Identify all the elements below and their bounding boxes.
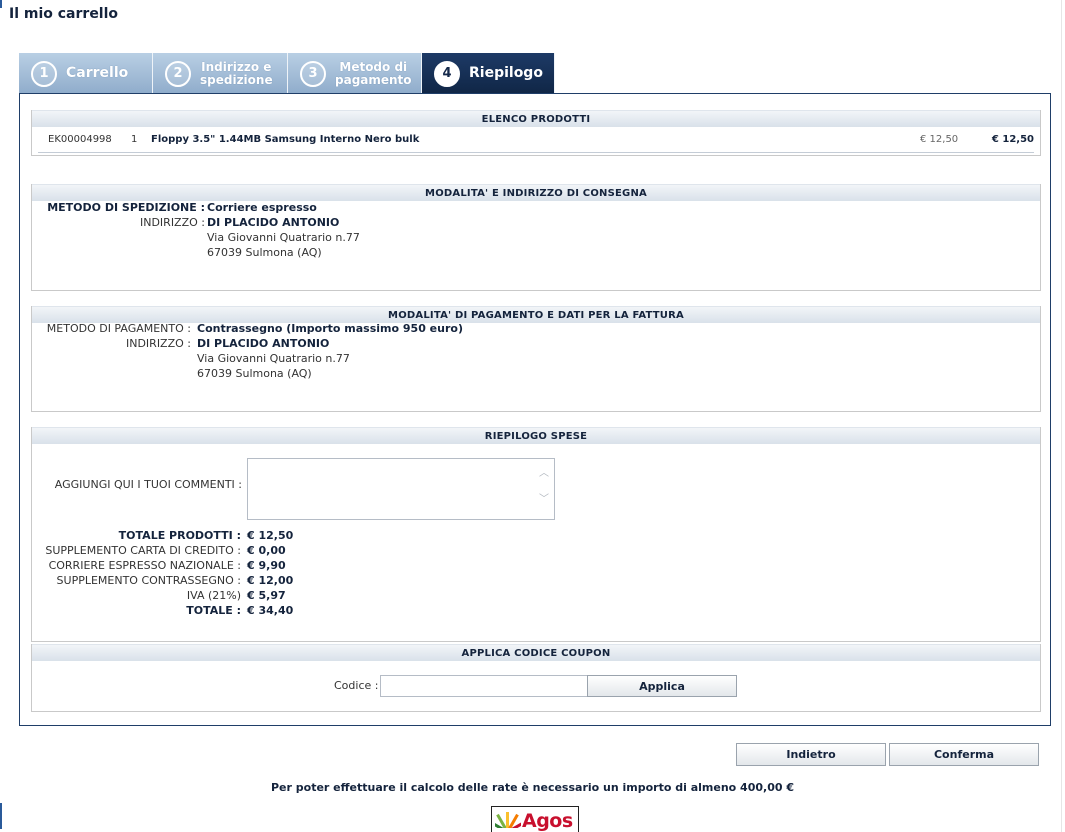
tab-label-line: Metodo di [339,59,408,74]
step-number-4: 4 [434,60,460,87]
summary-row-label: CORRIERE ESPRESSO NAZIONALE : [48,559,241,572]
coupon-body: Codice : Applica [32,661,1040,711]
product-row: EK00004998 1 Floppy 3.5" 1.44MB Samsung … [32,127,1040,154]
tab-label: Metodo di pagamento [335,59,412,87]
page-root: Il mio carrello 1 Carrello 2 Indirizzo e… [0,0,1065,832]
summary-row-label: IVA (21%) [186,589,241,602]
installment-info-text: Per poter effettuare il calcolo delle ra… [270,781,794,794]
shipping-method-label: METODO DI SPEDIZIONE : [47,201,205,214]
billing-address-name: DI PLACIDO ANTONIO [197,337,330,350]
section-header: APPLICA CODICE COUPON [32,644,1040,661]
product-name: Floppy 3.5" 1.44MB Samsung Interno Nero … [151,134,420,145]
agos-logo[interactable]: Agos [491,806,579,832]
delivery-address-name: DI PLACIDO ANTONIO [207,216,340,229]
section-header: ELENCO PRODOTTI [32,110,1040,127]
delivery-address-line: Via Giovanni Quatrario n.77 [207,231,360,244]
tab-label-line: spedizione [200,72,273,87]
product-total-price: € 12,50 [991,134,1034,145]
billing-address-label: INDIRIZZO : [125,337,191,350]
tab-label: Riepilogo [469,65,543,81]
products-section: ELENCO PRODOTTI EK00004998 1 Floppy 3.5"… [31,110,1041,156]
summary-row-label: SUPPLEMENTO CARTA DI CREDITO : [45,544,241,557]
step-number-3: 3 [300,60,326,87]
billing-address-line: Via Giovanni Quatrario n.77 [197,352,350,365]
shipping-method-value: Corriere espresso [207,201,317,214]
tab-label: Carrello [66,65,129,81]
delivery-address-label: INDIRIZZO : [139,216,205,229]
apply-coupon-button[interactable]: Applica [587,675,737,697]
summary-row-value: € 12,00 [247,574,294,587]
step-number-2: 2 [165,60,191,87]
tab-metodo-pagamento[interactable]: 3 Metodo di pagamento [288,53,422,94]
summary-row-label: SUPPLEMENTO CONTRASSEGNO : [56,574,241,587]
product-code: EK00004998 [48,134,112,145]
left-edge-marker [0,803,2,829]
payment-details: METODO DI PAGAMENTO : Contrassegno (Impo… [32,321,532,401]
coupon-code-input[interactable] [380,675,588,697]
payment-method-label: METODO DI PAGAMENTO : [46,322,191,335]
tab-label-line: pagamento [335,72,412,87]
product-unit-price: € 12,50 [920,134,959,145]
product-quantity: 1 [131,134,138,145]
comments-label: AGGIUNGI QUI I TUOI COMMENTI : [54,478,242,491]
agos-logo-text: Agos [522,810,573,832]
chevron-down-icon[interactable]: ﹀ [538,495,550,505]
summary-row-label: TOTALE : [186,604,241,617]
coupon-code-label: Codice : [334,679,379,692]
summary-row-value: € 5,97 [247,589,286,602]
confirm-button[interactable]: Conferma [889,743,1039,766]
chevron-up-icon[interactable]: ︿ [538,469,550,479]
tab-riepilogo[interactable]: 4 Riepilogo [422,53,555,94]
delivery-details: METODO DI SPEDIZIONE : Corriere espresso… [32,200,432,280]
tab-label: Indirizzo e spedizione [200,59,273,87]
payment-method-value: Contrassegno (Importo massimo 950 euro) [197,322,463,335]
page-title: Il mio carrello [9,6,119,22]
section-header: MODALITA' E INDIRIZZO DI CONSEGNA [32,184,1040,201]
left-edge-marker [0,0,2,8]
summary-row-label: TOTALE PRODOTTI : [118,529,241,542]
back-button[interactable]: Indietro [736,743,886,766]
checkout-steps: 1 Carrello 2 Indirizzo e spedizione 3 Met… [19,53,555,94]
comments-textarea[interactable]: ︿ ﹀ [247,458,555,520]
payment-section: MODALITA' DI PAGAMENTO E DATI PER LA FAT… [31,306,1041,412]
agos-logo-icon [495,810,521,828]
section-header: RIEPILOGO SPESE [32,427,1040,444]
delivery-address-line: 67039 Sulmona (AQ) [207,246,322,259]
row-divider [38,152,1034,153]
billing-address-line: 67039 Sulmona (AQ) [197,367,312,380]
tab-indirizzo-spedizione[interactable]: 2 Indirizzo e spedizione [153,53,288,94]
right-divider [1061,0,1062,832]
summary-row-value: € 9,90 [247,559,286,572]
step-number-1: 1 [31,60,57,87]
cost-summary-body: AGGIUNGI QUI I TUOI COMMENTI : ︿ ﹀ TOTAL… [32,444,1032,634]
delivery-section: MODALITA' E INDIRIZZO DI CONSEGNA METODO… [31,184,1041,291]
summary-panel: ELENCO PRODOTTI EK00004998 1 Floppy 3.5"… [19,93,1051,726]
summary-row-value: € 34,40 [247,604,294,617]
tab-label-line: Indirizzo e [201,59,272,74]
tab-carrello[interactable]: 1 Carrello [19,53,153,94]
cost-summary-section: RIEPILOGO SPESE AGGIUNGI QUI I TUOI COMM… [31,427,1041,642]
summary-row-value: € 0,00 [247,544,286,557]
coupon-section: APPLICA CODICE COUPON Codice : Applica [31,644,1041,712]
summary-row-value: € 12,50 [247,529,294,542]
